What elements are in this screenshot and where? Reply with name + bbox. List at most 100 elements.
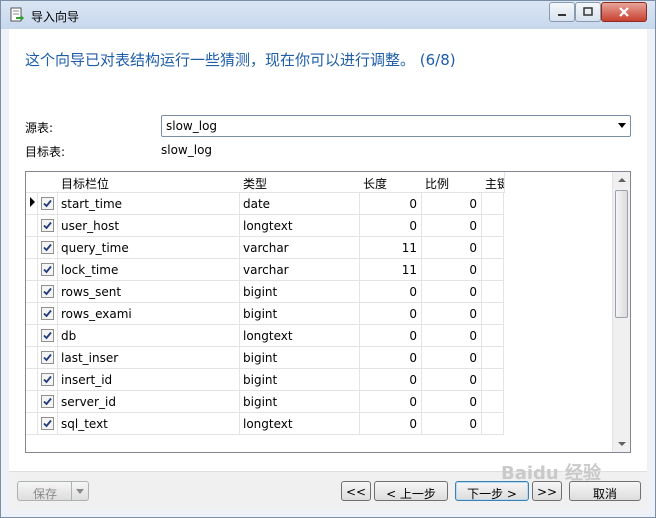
include-field-cell[interactable]	[38, 281, 58, 303]
row-indicator-cell[interactable]	[26, 413, 38, 435]
table-row[interactable]: last_inser bigint 0 0	[26, 347, 506, 369]
type-cell[interactable]: varchar	[240, 237, 360, 259]
length-cell[interactable]: 0	[360, 303, 422, 325]
scroll-up-icon[interactable]	[618, 178, 626, 182]
primary-key-cell[interactable]	[482, 259, 504, 281]
scale-cell[interactable]: 0	[422, 281, 482, 303]
row-indicator-cell[interactable]	[26, 215, 38, 237]
row-indicator-cell[interactable]	[26, 369, 38, 391]
table-row[interactable]: lock_time varchar 11 0	[26, 259, 506, 281]
scale-cell[interactable]: 0	[422, 347, 482, 369]
type-cell[interactable]: bigint	[240, 369, 360, 391]
row-indicator-cell[interactable]	[26, 281, 38, 303]
previous-button[interactable]: < 上一步	[374, 481, 448, 501]
table-row[interactable]: query_time varchar 11 0	[26, 237, 506, 259]
type-cell[interactable]: longtext	[240, 413, 360, 435]
row-indicator-cell[interactable]	[26, 325, 38, 347]
length-cell[interactable]: 11	[360, 259, 422, 281]
include-field-checkbox[interactable]	[41, 241, 54, 254]
column-header-length[interactable]: 长度	[360, 172, 423, 193]
close-button[interactable]	[601, 2, 647, 22]
scale-cell[interactable]: 0	[422, 237, 482, 259]
column-header-field[interactable]: 目标栏位	[58, 172, 241, 193]
field-name-cell[interactable]: last_inser	[58, 347, 240, 369]
include-field-checkbox[interactable]	[41, 197, 54, 210]
table-row[interactable]: insert_id bigint 0 0	[26, 369, 506, 391]
include-field-checkbox[interactable]	[41, 219, 54, 232]
scale-cell[interactable]: 0	[422, 303, 482, 325]
type-cell[interactable]: longtext	[240, 325, 360, 347]
length-cell[interactable]: 0	[360, 413, 422, 435]
table-row[interactable]: rows_exami bigint 0 0	[26, 303, 506, 325]
row-indicator-cell[interactable]	[26, 193, 38, 215]
length-cell[interactable]: 0	[360, 215, 422, 237]
length-cell[interactable]: 0	[360, 369, 422, 391]
table-row[interactable]: rows_sent bigint 0 0	[26, 281, 506, 303]
length-cell[interactable]: 0	[360, 193, 422, 215]
length-cell[interactable]: 0	[360, 325, 422, 347]
row-indicator-cell[interactable]	[26, 237, 38, 259]
field-name-cell[interactable]: lock_time	[58, 259, 240, 281]
field-name-cell[interactable]: sql_text	[58, 413, 240, 435]
include-field-cell[interactable]	[38, 325, 58, 347]
type-cell[interactable]: bigint	[240, 303, 360, 325]
field-name-cell[interactable]: insert_id	[58, 369, 240, 391]
row-indicator-cell[interactable]	[26, 259, 38, 281]
include-field-cell[interactable]	[38, 193, 58, 215]
type-cell[interactable]: bigint	[240, 281, 360, 303]
include-field-cell[interactable]	[38, 303, 58, 325]
scale-cell[interactable]: 0	[422, 391, 482, 413]
include-field-checkbox[interactable]	[41, 307, 54, 320]
type-cell[interactable]: date	[240, 193, 360, 215]
include-field-cell[interactable]	[38, 391, 58, 413]
length-cell[interactable]: 0	[360, 391, 422, 413]
length-cell[interactable]: 0	[360, 281, 422, 303]
include-field-cell[interactable]	[38, 215, 58, 237]
primary-key-cell[interactable]	[482, 281, 504, 303]
column-header-primary-key[interactable]: 主键	[482, 172, 505, 193]
scroll-thumb[interactable]	[615, 190, 628, 318]
column-header-type[interactable]: 类型	[240, 172, 361, 193]
field-name-cell[interactable]: query_time	[58, 237, 240, 259]
primary-key-cell[interactable]	[482, 215, 504, 237]
type-cell[interactable]: bigint	[240, 347, 360, 369]
field-name-cell[interactable]: user_host	[58, 215, 240, 237]
include-field-checkbox[interactable]	[41, 351, 54, 364]
include-field-cell[interactable]	[38, 237, 58, 259]
type-cell[interactable]: bigint	[240, 391, 360, 413]
scale-cell[interactable]: 0	[422, 325, 482, 347]
table-row[interactable]: user_host longtext 0 0	[26, 215, 506, 237]
primary-key-cell[interactable]	[482, 303, 504, 325]
length-cell[interactable]: 11	[360, 237, 422, 259]
minimize-button[interactable]	[549, 2, 575, 22]
include-field-checkbox[interactable]	[41, 395, 54, 408]
primary-key-cell[interactable]	[482, 193, 504, 215]
table-row[interactable]: sql_text longtext 0 0	[26, 413, 506, 435]
table-row[interactable]: server_id bigint 0 0	[26, 391, 506, 413]
primary-key-cell[interactable]	[482, 391, 504, 413]
include-field-checkbox[interactable]	[41, 417, 54, 430]
scale-cell[interactable]: 0	[422, 413, 482, 435]
primary-key-cell[interactable]	[482, 413, 504, 435]
include-field-checkbox[interactable]	[41, 329, 54, 342]
scale-cell[interactable]: 0	[422, 193, 482, 215]
first-step-button[interactable]: <<	[341, 481, 371, 501]
type-cell[interactable]: longtext	[240, 215, 360, 237]
field-name-cell[interactable]: rows_exami	[58, 303, 240, 325]
primary-key-cell[interactable]	[482, 347, 504, 369]
row-indicator-cell[interactable]	[26, 347, 38, 369]
table-row[interactable]: start_time date 0 0	[26, 193, 506, 215]
type-cell[interactable]: varchar	[240, 259, 360, 281]
include-field-cell[interactable]	[38, 347, 58, 369]
column-header-scale[interactable]: 比例	[422, 172, 483, 193]
include-field-cell[interactable]	[38, 413, 58, 435]
primary-key-cell[interactable]	[482, 325, 504, 347]
table-row[interactable]: db longtext 0 0	[26, 325, 506, 347]
save-dropdown-arrow[interactable]	[71, 482, 88, 500]
field-name-cell[interactable]: rows_sent	[58, 281, 240, 303]
save-button[interactable]: 保存	[17, 481, 89, 501]
include-field-cell[interactable]	[38, 369, 58, 391]
include-field-checkbox[interactable]	[41, 285, 54, 298]
row-indicator-cell[interactable]	[26, 303, 38, 325]
row-indicator-cell[interactable]	[26, 391, 38, 413]
